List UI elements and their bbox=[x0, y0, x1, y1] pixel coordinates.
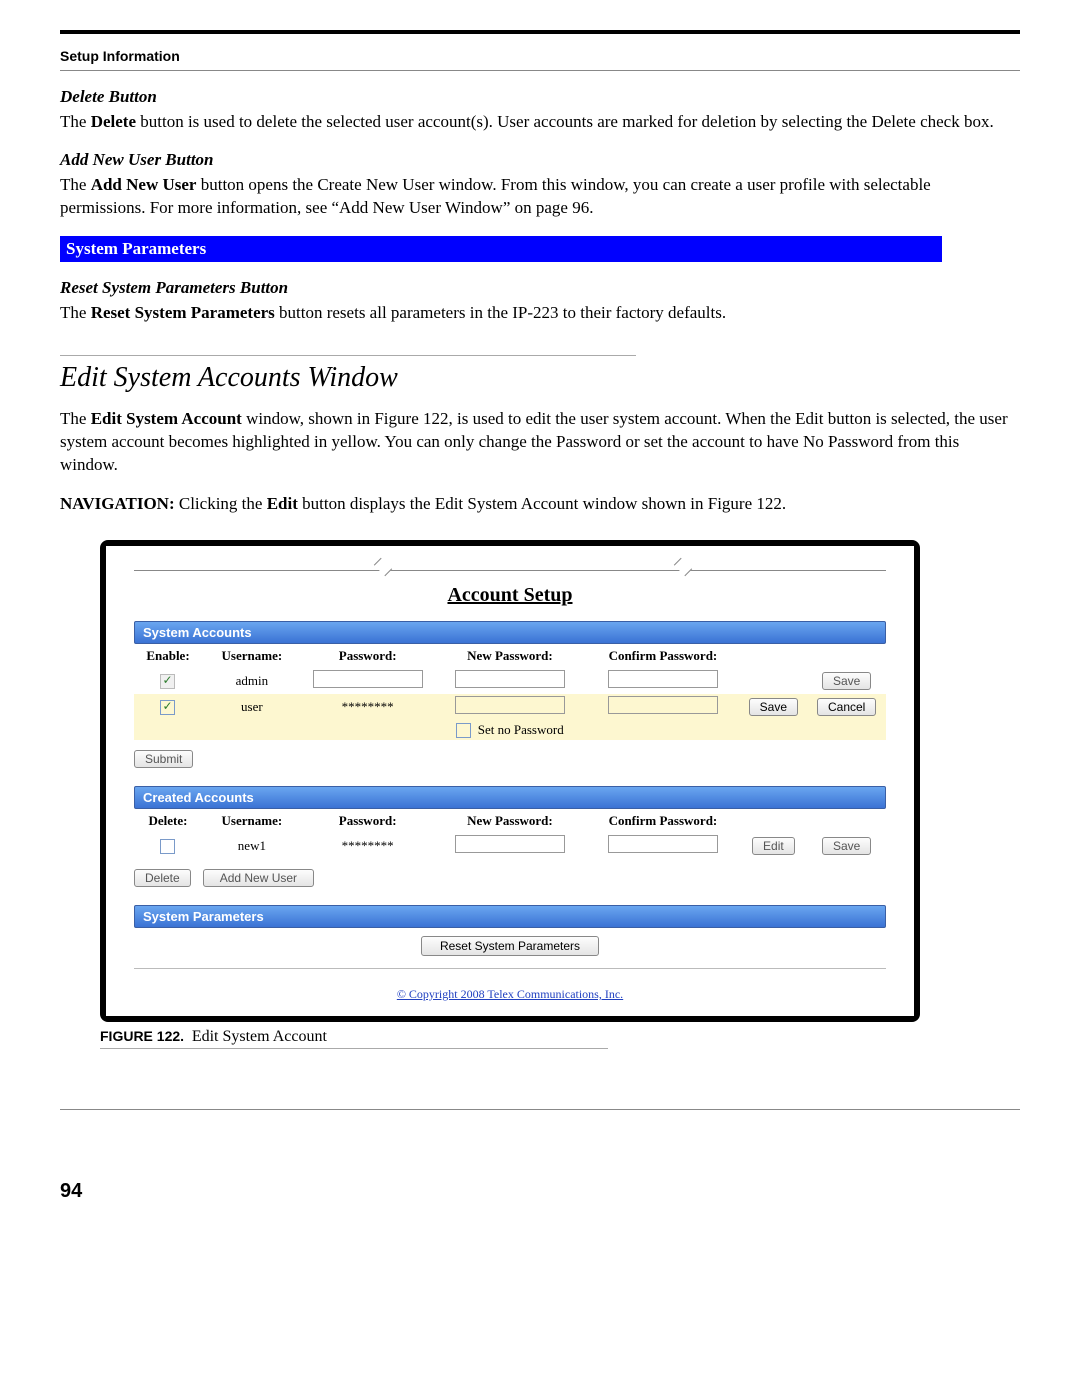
save-button[interactable]: Save bbox=[822, 837, 871, 855]
section-divider bbox=[60, 355, 636, 356]
set-no-password-label: Set no Password bbox=[478, 722, 564, 737]
figure-caption: FIGURE 122. Edit System Account bbox=[100, 1028, 920, 1046]
table-row: new1 ******** Edit Save bbox=[134, 833, 886, 859]
col-password: Password: bbox=[302, 644, 434, 668]
set-no-password-checkbox[interactable] bbox=[456, 723, 471, 738]
para-text: button resets all parameters in the IP-2… bbox=[275, 303, 726, 322]
para-edit-window-1: The Edit System Account window, shown in… bbox=[60, 408, 1020, 477]
para-text: The bbox=[60, 112, 91, 131]
para-bold: Edit System Account bbox=[91, 409, 242, 428]
heading-delete-button: Delete Button bbox=[60, 87, 1020, 107]
figure-caption-text: Edit System Account bbox=[192, 1028, 327, 1045]
password-input[interactable] bbox=[313, 670, 423, 688]
created-accounts-header: Created Accounts bbox=[134, 786, 886, 809]
set-no-password-row: Set no Password bbox=[134, 720, 886, 741]
col-username: Username: bbox=[202, 644, 302, 668]
table-row-highlighted: ✓ user ******** Save Cancel bbox=[134, 694, 886, 720]
figure-content: Account Setup System Accounts Enable: Us… bbox=[106, 546, 914, 1017]
enable-checkbox[interactable]: ✓ bbox=[160, 674, 175, 689]
delete-button[interactable]: Delete bbox=[134, 869, 191, 887]
reset-system-parameters-button[interactable]: Reset System Parameters bbox=[421, 936, 599, 956]
table-row: ✓ admin Save bbox=[134, 668, 886, 694]
heading-add-new-user: Add New User Button bbox=[60, 150, 1020, 170]
delete-checkbox[interactable] bbox=[160, 839, 175, 854]
para-text: button is used to delete the selected us… bbox=[136, 112, 994, 131]
system-accounts-table: Enable: Username: Password: New Password… bbox=[134, 644, 886, 741]
col-delete: Delete: bbox=[134, 809, 202, 833]
para-text: The bbox=[60, 409, 91, 428]
figure-caption-number: FIGURE 122. bbox=[100, 1028, 184, 1044]
enable-checkbox[interactable]: ✓ bbox=[160, 700, 175, 715]
table-header-row: Delete: Username: Password: New Password… bbox=[134, 809, 886, 833]
confirm-password-input[interactable] bbox=[608, 670, 718, 688]
new-password-input[interactable] bbox=[455, 670, 565, 688]
para-bold: Reset System Parameters bbox=[91, 303, 275, 322]
col-username: Username: bbox=[202, 809, 302, 833]
para-reset-sys-params: The Reset System Parameters button reset… bbox=[60, 302, 1020, 325]
confirm-password-input[interactable] bbox=[608, 696, 718, 714]
confirm-password-input[interactable] bbox=[608, 835, 718, 853]
col-password: Password: bbox=[302, 809, 434, 833]
para-text: The bbox=[60, 175, 91, 194]
submit-button[interactable]: Submit bbox=[134, 750, 193, 768]
figure-frame: Account Setup System Accounts Enable: Us… bbox=[100, 540, 920, 1023]
copyright-link[interactable]: © Copyright 2008 Telex Communications, I… bbox=[134, 987, 886, 1002]
para-delete-button: The Delete button is used to delete the … bbox=[60, 111, 1020, 134]
add-new-user-button[interactable]: Add New User bbox=[203, 869, 314, 887]
col-new-password: New Password: bbox=[434, 644, 587, 668]
new-password-input[interactable] bbox=[455, 835, 565, 853]
col-confirm-password: Confirm Password: bbox=[586, 809, 739, 833]
figure-122: Account Setup System Accounts Enable: Us… bbox=[100, 540, 920, 1050]
username-cell: user bbox=[202, 694, 302, 720]
nav-bold-edit: Edit bbox=[267, 494, 298, 513]
system-parameters-header: System Parameters bbox=[134, 905, 886, 928]
col-confirm-password: Confirm Password: bbox=[586, 644, 739, 668]
para-add-new-user: The Add New User button opens the Create… bbox=[60, 174, 1020, 220]
heading-edit-system-accounts-window: Edit System Accounts Window bbox=[60, 362, 1020, 394]
table-header-row: Enable: Username: Password: New Password… bbox=[134, 644, 886, 668]
document-page: Setup Information Delete Button The Dele… bbox=[0, 0, 1080, 1243]
col-enable: Enable: bbox=[134, 644, 202, 668]
nav-label: NAVIGATION: bbox=[60, 494, 175, 513]
system-accounts-header: System Accounts bbox=[134, 621, 886, 644]
save-button[interactable]: Save bbox=[749, 698, 798, 716]
created-accounts-table: Delete: Username: Password: New Password… bbox=[134, 809, 886, 859]
save-button[interactable]: Save bbox=[822, 672, 871, 690]
username-cell: new1 bbox=[202, 833, 302, 859]
cancel-button[interactable]: Cancel bbox=[817, 698, 876, 716]
col-new-password: New Password: bbox=[434, 809, 587, 833]
username-cell: admin bbox=[202, 668, 302, 694]
password-cell: ******** bbox=[302, 833, 434, 859]
para-navigation: NAVIGATION: Clicking the Edit button dis… bbox=[60, 493, 1020, 516]
password-cell: ******** bbox=[302, 694, 434, 720]
top-border bbox=[60, 30, 1020, 34]
heading-reset-sys-params: Reset System Parameters Button bbox=[60, 278, 1020, 298]
page-number: 94 bbox=[60, 1180, 1020, 1203]
footer-rule bbox=[60, 1109, 1020, 1110]
account-setup-title: Account Setup bbox=[134, 584, 886, 607]
top-notch-line bbox=[134, 564, 886, 578]
new-password-input[interactable] bbox=[455, 696, 565, 714]
para-text: button displays the Edit System Account … bbox=[298, 494, 786, 513]
section-bar-system-parameters: System Parameters bbox=[60, 236, 942, 262]
para-text: The bbox=[60, 303, 91, 322]
edit-button[interactable]: Edit bbox=[752, 837, 795, 855]
running-header: Setup Information bbox=[60, 48, 1020, 64]
para-text: Clicking the bbox=[175, 494, 267, 513]
para-bold: Delete bbox=[91, 112, 136, 131]
header-rule bbox=[60, 70, 1020, 71]
figure-underline bbox=[100, 1048, 608, 1049]
para-bold: Add New User bbox=[91, 175, 197, 194]
